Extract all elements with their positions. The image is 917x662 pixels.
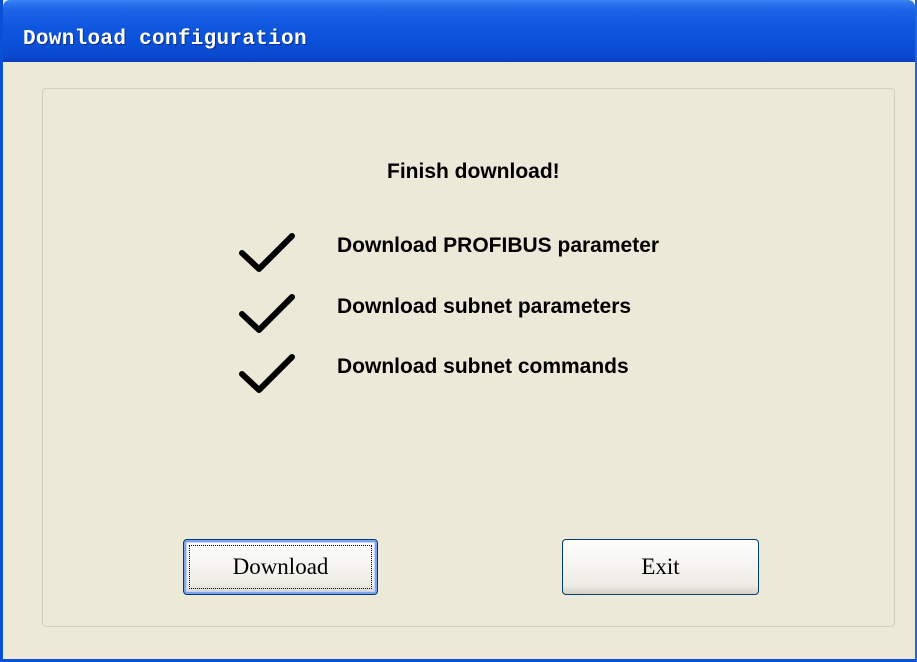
download-button[interactable]: Download (183, 539, 378, 595)
exit-button[interactable]: Exit (562, 539, 759, 595)
checkmark-icon (239, 233, 295, 272)
dialog-window: Download configuration Finish download! … (0, 0, 917, 662)
checkmark-icon (239, 294, 295, 333)
checkmark-icon (239, 354, 295, 393)
window-title: Download configuration (23, 28, 307, 51)
step-label: Download PROFIBUS parameter (337, 234, 660, 257)
step-label: Download subnet parameters (337, 295, 632, 318)
status-heading: Finish download! (387, 160, 560, 183)
step-label: Download subnet commands (337, 355, 629, 378)
title-bar[interactable]: Download configuration (3, 0, 915, 62)
